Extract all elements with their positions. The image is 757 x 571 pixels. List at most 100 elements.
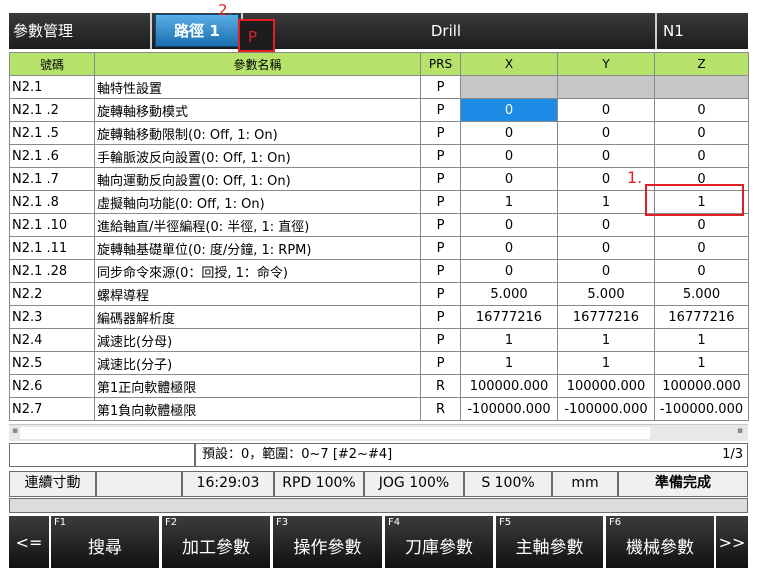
value-input[interactable] xyxy=(9,443,195,467)
jog-override: JOG 100% xyxy=(364,471,464,497)
scroll-right-icon[interactable]: ▪ xyxy=(737,426,743,436)
table-row[interactable]: N2.7 第1負向軟體極限 R -100000.000 -100000.000 -1000… xyxy=(9,397,749,421)
param-prs: P xyxy=(420,282,461,306)
param-name: 第1負向軟體極限 xyxy=(94,397,421,421)
message-bar xyxy=(9,498,748,513)
annotation-box-2: P xyxy=(238,19,275,52)
param-value-y[interactable]: 0 xyxy=(557,236,655,260)
param-value-x[interactable]: 0 xyxy=(460,144,558,168)
annotation-box-1 xyxy=(645,184,744,216)
param-value-z[interactable]: 16777216 xyxy=(654,305,749,329)
prev-page-button[interactable]: <= xyxy=(9,516,49,568)
status-blank xyxy=(96,471,182,497)
param-number: N2.2 xyxy=(9,282,95,306)
param-value-x[interactable]: 5.000 xyxy=(460,282,558,306)
param-value-x[interactable]: 0 xyxy=(460,213,558,237)
param-value-z[interactable]: 0 xyxy=(654,213,749,237)
param-value-x[interactable]: 100000.000 xyxy=(460,374,558,398)
table-row[interactable]: N2.6 第1正向軟體極限 R 100000.000 100000.000 100000.… xyxy=(9,374,749,398)
column-header: Z xyxy=(654,52,749,76)
param-value-z[interactable]: -100000.000 xyxy=(654,397,749,421)
param-value-y[interactable]: 0 xyxy=(557,121,655,145)
rapid-override: RPD 100% xyxy=(274,471,364,497)
param-value-x[interactable]: 1 xyxy=(460,190,558,214)
fkey-label: 操作參數 xyxy=(293,538,362,558)
table-row[interactable]: N2.1 .10 進給軸直/半徑編程(0: 半徑, 1: 直徑) P 0 0 0 xyxy=(9,213,749,237)
param-value-y[interactable]: 0 xyxy=(557,144,655,168)
param-value-z[interactable]: 5.000 xyxy=(654,282,749,306)
param-value-z[interactable]: 0 xyxy=(654,259,749,283)
table-row[interactable]: N2.1 .11 旋轉軸基礎單位(0: 度/分鐘, 1: RPM) P 0 0 0 xyxy=(9,236,749,260)
table-row[interactable]: N2.1 .2 旋轉軸移動模式 P 0 0 0 xyxy=(9,98,749,122)
param-value-y[interactable]: 0 xyxy=(557,259,655,283)
param-value-x[interactable]: 0 xyxy=(460,98,558,122)
param-value-y[interactable] xyxy=(557,75,655,99)
param-prs: P xyxy=(420,328,461,352)
fkey-label: 加工參數 xyxy=(182,538,250,558)
param-value-z[interactable]: 1 xyxy=(654,351,749,375)
param-value-x[interactable]: 0 xyxy=(460,236,558,260)
param-value-y[interactable]: 0 xyxy=(557,98,655,122)
table-row[interactable]: N2.1 .5 旋轉軸移動限制(0: Off, 1: On) P 0 0 0 xyxy=(9,121,749,145)
param-value-y[interactable]: 100000.000 xyxy=(557,374,655,398)
unit-label: mm xyxy=(552,471,618,497)
param-value-z[interactable]: 0 xyxy=(654,236,749,260)
param-prs: P xyxy=(420,75,461,99)
fkey-f3-button[interactable]: F3 操作參數 xyxy=(273,516,382,568)
fkey-label: 機械參數 xyxy=(626,538,694,558)
fkey-label: 主軸參數 xyxy=(515,538,584,558)
table-row[interactable]: N2.1 .6 手輪脈波反向設置(0: Off, 1: On) P 0 0 0 xyxy=(9,144,749,168)
table-row[interactable]: N2.1 .28 同步命令來源(0：回授, 1：命令) P 0 0 0 xyxy=(9,259,749,283)
title-divider xyxy=(655,13,657,49)
param-value-z[interactable]: 0 xyxy=(654,144,749,168)
fkey-number: F6 xyxy=(609,517,622,528)
column-header: Y xyxy=(557,52,655,76)
param-value-x[interactable]: 1 xyxy=(460,328,558,352)
param-value-z[interactable] xyxy=(654,75,749,99)
table-row[interactable]: N2.1 軸特性設置 P xyxy=(9,75,749,99)
param-value-x[interactable]: -100000.000 xyxy=(460,397,558,421)
param-number: N2.6 xyxy=(9,374,95,398)
param-number: N2.1 .2 xyxy=(9,98,95,122)
param-prs: P xyxy=(420,167,461,191)
table-row[interactable]: N2.1 .8 虛擬軸向功能(0: Off, 1: On) P 1 1 1 xyxy=(9,190,749,214)
param-value-x[interactable]: 0 xyxy=(460,259,558,283)
param-value-y[interactable]: 1 xyxy=(557,328,655,352)
param-value-x[interactable]: 1 xyxy=(460,351,558,375)
param-number: N2.1 .28 xyxy=(9,259,95,283)
param-value-x[interactable] xyxy=(460,75,558,99)
param-number: N2.7 xyxy=(9,397,95,421)
fkey-f1-button[interactable]: F1 搜尋 xyxy=(51,516,159,568)
param-value-y[interactable]: 1 xyxy=(557,190,655,214)
param-value-y[interactable]: 1 xyxy=(557,351,655,375)
fkey-f4-button[interactable]: F4 刀庫參數 xyxy=(385,516,493,568)
param-value-z[interactable]: 0 xyxy=(654,121,749,145)
param-name: 虛擬軸向功能(0: Off, 1: On) xyxy=(94,190,421,214)
param-value-z[interactable]: 1 xyxy=(654,328,749,352)
param-value-x[interactable]: 0 xyxy=(460,121,558,145)
next-page-button[interactable]: >> xyxy=(716,516,748,568)
table-row[interactable]: N2.3 編碼器解析度 P 16777216 16777216 16777216 xyxy=(9,305,749,329)
param-value-z[interactable]: 100000.000 xyxy=(654,374,749,398)
mode-label: Drill xyxy=(430,22,462,40)
scrollbar-thumb[interactable] xyxy=(20,427,650,439)
param-value-y[interactable]: 0 xyxy=(557,213,655,237)
param-name: 減速比(分子) xyxy=(94,351,421,375)
param-value-z[interactable]: 0 xyxy=(654,98,749,122)
table-row[interactable]: N2.4 減速比(分母) P 1 1 1 xyxy=(9,328,749,352)
param-prs: P xyxy=(420,259,461,283)
scroll-left-icon[interactable]: ▪ xyxy=(12,426,18,436)
table-row[interactable]: N2.2 螺桿導程 P 5.000 5.000 5.000 xyxy=(9,282,749,306)
fkey-f2-button[interactable]: F2 加工參數 xyxy=(162,516,270,568)
fkey-f6-button[interactable]: F6 機械參數 xyxy=(606,516,714,568)
machine-state: 準備完成 xyxy=(618,471,748,497)
param-value-y[interactable]: 5.000 xyxy=(557,282,655,306)
table-row[interactable]: N2.5 減速比(分子) P 1 1 1 xyxy=(9,351,749,375)
param-name: 旋轉軸移動限制(0: Off, 1: On) xyxy=(94,121,421,145)
param-value-x[interactable]: 16777216 xyxy=(460,305,558,329)
param-prs: P xyxy=(420,213,461,237)
fkey-f5-button[interactable]: F5 主軸參數 xyxy=(496,516,603,568)
param-value-y[interactable]: -100000.000 xyxy=(557,397,655,421)
param-value-y[interactable]: 16777216 xyxy=(557,305,655,329)
param-value-x[interactable]: 0 xyxy=(460,167,558,191)
